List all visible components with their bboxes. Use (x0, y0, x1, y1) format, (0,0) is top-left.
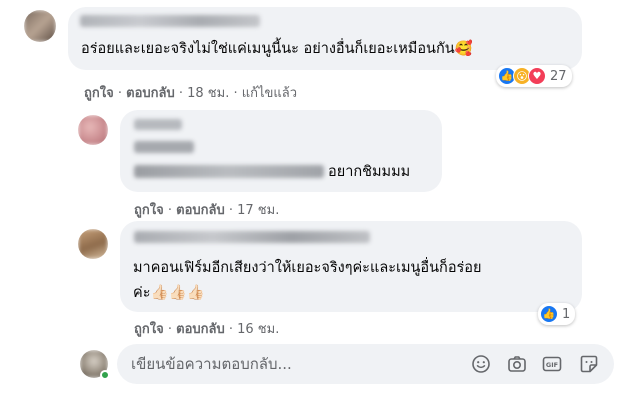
love-reaction-icon: ♥ (528, 67, 546, 85)
reaction-summary[interactable]: 👍 😮 ♥ 27 (496, 65, 572, 87)
tagged-name[interactable] (134, 141, 194, 153)
comment-text: มาคอนเฟิร์มอีกเสียงว่าให้เยอะจริงๆค่ะและ… (133, 260, 482, 276)
comment-bubble: มาคอนเฟิร์มอีกเสียงว่าให้เยอะจริงๆค่ะและ… (120, 221, 582, 312)
commenter-avatar[interactable] (24, 10, 56, 42)
reaction-count: 1 (562, 306, 571, 322)
reply-link[interactable]: ตอบกลับ (126, 86, 175, 101)
reaction-count: 27 (550, 68, 567, 84)
comment-bubble: อร่อยและเยอะจริงไม่ใช่แค่เมนูนี้นะ อย่าง… (68, 7, 582, 70)
like-reaction-icon: 👍 (540, 305, 558, 323)
timestamp[interactable]: 16 ชม. (237, 322, 279, 337)
reply-link[interactable]: ตอบกลับ (176, 203, 225, 218)
like-link[interactable]: ถูกใจ (84, 86, 114, 101)
commenter-avatar[interactable] (78, 229, 108, 259)
comment-text: อร่อยและเยอะจริงไม่ใช่แค่เมนูนี้นะ อย่าง… (81, 41, 473, 57)
reply-link[interactable]: ตอบกลับ (176, 322, 225, 337)
commenter-name[interactable] (134, 231, 370, 243)
comment-text-continued: ค่ะ👍🏻👍🏻👍🏻 (133, 285, 205, 301)
commenter-avatar[interactable] (78, 115, 108, 145)
reaction-summary[interactable]: 👍 1 (538, 303, 576, 325)
sticker-icon[interactable] (579, 354, 599, 374)
timestamp[interactable]: 17 ชม. (237, 203, 279, 218)
emoji-icon[interactable] (471, 354, 491, 374)
comment-text: อยากชิมมมม (328, 164, 411, 180)
like-link[interactable]: ถูกใจ (134, 203, 164, 218)
camera-icon[interactable] (507, 354, 527, 374)
comment-actions: ถูกใจ · ตอบกลับ · 16 ชม. (134, 322, 280, 337)
gif-icon[interactable]: GIF (542, 354, 562, 374)
edited-label: แก้ไขแล้ว (241, 86, 298, 101)
commenter-name[interactable] (80, 15, 260, 27)
reply-composer: GIF (117, 344, 614, 384)
comment-actions: ถูกใจ · ตอบกลับ · 18 ชม. · แก้ไขแล้ว (84, 86, 298, 101)
online-status-dot (100, 370, 110, 380)
commenter-name[interactable] (134, 119, 182, 130)
reply-input[interactable] (131, 354, 461, 374)
timestamp[interactable]: 18 ชม. (187, 86, 229, 101)
tagged-name[interactable] (134, 165, 324, 178)
comment-actions: ถูกใจ · ตอบกลับ · 17 ชม. (134, 203, 280, 218)
comment-bubble: อยากชิมมมม (120, 110, 442, 192)
like-link[interactable]: ถูกใจ (134, 322, 164, 337)
svg-text:GIF: GIF (546, 361, 558, 369)
